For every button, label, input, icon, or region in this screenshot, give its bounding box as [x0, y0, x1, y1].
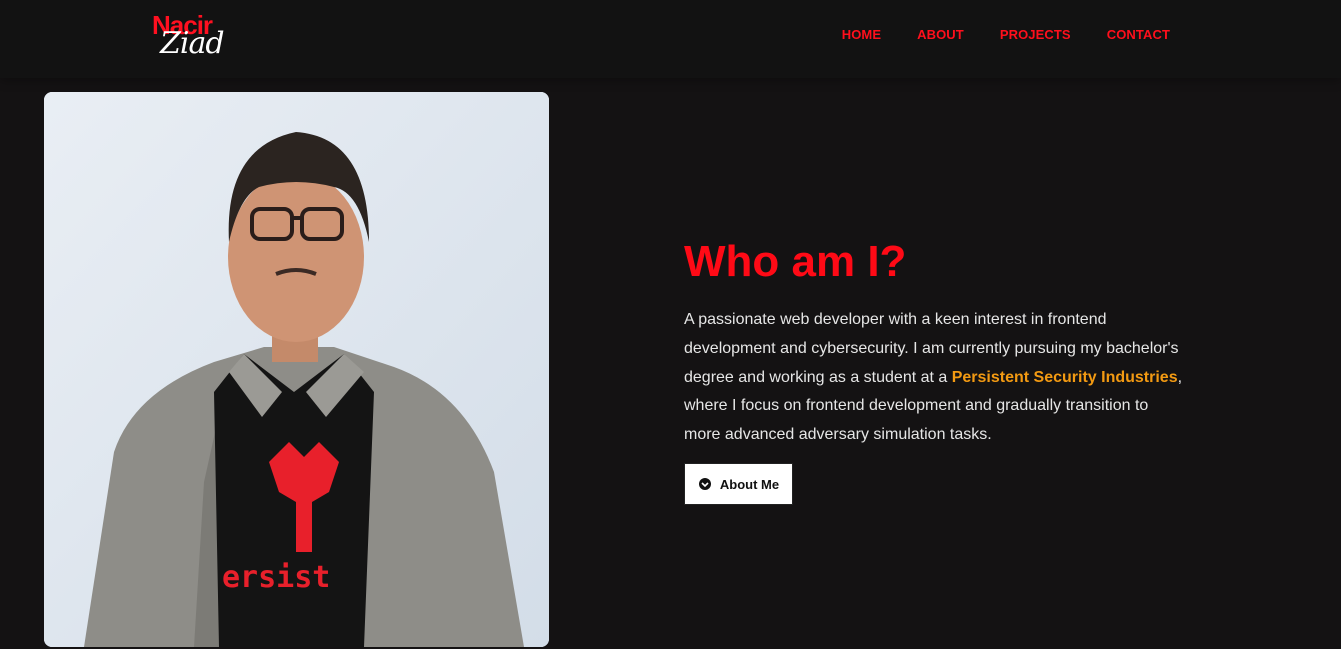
- about-section: Who am I? A passionate web developer wit…: [684, 236, 1184, 450]
- about-me-button[interactable]: About Me: [684, 463, 793, 505]
- nav-projects[interactable]: PROJECTS: [1000, 27, 1071, 42]
- svg-text:ersist: ersist: [222, 560, 330, 595]
- section-title: Who am I?: [684, 237, 907, 286]
- company-highlight: Persistent Security Industries: [951, 368, 1178, 386]
- nav-contact[interactable]: CONTACT: [1107, 27, 1170, 42]
- profile-photo-illustration: ersist: [44, 92, 549, 647]
- about-me-label: About Me: [719, 476, 780, 492]
- site-header: Nacir Ziad HOME ABOUT PROJECTS CONTACT: [0, 0, 1341, 78]
- chevron-down-circle-icon: [698, 477, 712, 491]
- main-nav: HOME ABOUT PROJECTS CONTACT: [842, 27, 1170, 42]
- nav-about[interactable]: ABOUT: [917, 27, 964, 42]
- logo[interactable]: Nacir Ziad: [152, 10, 242, 66]
- intro-paragraph: A passionate web developer with a keen i…: [684, 306, 1184, 450]
- logo-script-text: Ziad: [160, 26, 225, 61]
- nav-home[interactable]: HOME: [842, 27, 881, 42]
- profile-photo: ersist: [44, 92, 549, 647]
